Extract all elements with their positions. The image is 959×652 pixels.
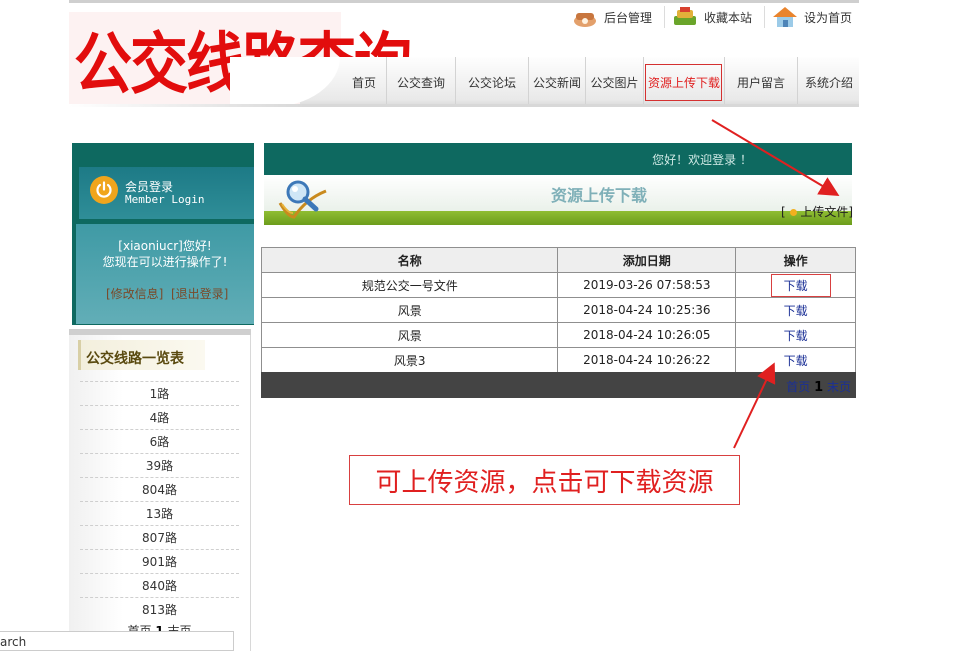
route-link[interactable]: 901路 bbox=[80, 549, 239, 573]
bracket-open: [ bbox=[781, 205, 786, 219]
table-row: 风景3 2018-04-24 10:26:22 下载 bbox=[260, 347, 856, 373]
user-greeting: [xiaoniucr]您好! bbox=[118, 239, 212, 253]
member-login-subtitle: Member Login bbox=[125, 193, 205, 206]
pager-first[interactable]: 首页 bbox=[786, 380, 810, 394]
top-link-separator bbox=[664, 6, 665, 28]
table-row: 风景 2018-04-24 10:26:05 下载 bbox=[260, 322, 856, 348]
admin-link-label: 后台管理 bbox=[604, 10, 653, 25]
nav-bus-pictures[interactable]: 公交图片 bbox=[585, 57, 643, 104]
route-link[interactable]: 39路 bbox=[80, 453, 239, 477]
route-link[interactable]: 4路 bbox=[80, 405, 239, 429]
download-link[interactable]: 下载 bbox=[735, 297, 856, 323]
bracket-close: ] bbox=[848, 205, 854, 219]
upload-file-label: 上传文件 bbox=[800, 205, 849, 219]
download-highlight-box bbox=[771, 274, 831, 297]
title-band-green-stripe bbox=[264, 211, 852, 225]
welcome-message: 您好！欢迎登录 ！ bbox=[652, 153, 752, 167]
route-link[interactable]: 804路 bbox=[80, 477, 239, 501]
nav-home[interactable]: 首页 bbox=[343, 57, 385, 104]
bookmark-link-label: 收藏本站 bbox=[704, 10, 753, 25]
bookmark-link[interactable]: 收藏本站 bbox=[672, 4, 752, 30]
nav-system-intro[interactable]: 系统介绍 bbox=[797, 57, 860, 104]
set-homepage-label: 设为首页 bbox=[804, 10, 853, 25]
bookmark-icon bbox=[672, 6, 698, 28]
nav-bus-news[interactable]: 公交新闻 bbox=[528, 57, 585, 104]
file-name-cell: 风景3 bbox=[260, 347, 559, 373]
resource-table: 名称 添加日期 操作 规范公交一号文件 2019-03-26 07:58:53 … bbox=[260, 247, 856, 373]
nav-bus-forum[interactable]: 公交论坛 bbox=[455, 57, 528, 104]
route-link[interactable]: 807路 bbox=[80, 525, 239, 549]
route-link[interactable]: 6路 bbox=[80, 429, 239, 453]
header-top-line bbox=[69, 0, 859, 3]
nav-bus-query[interactable]: 公交查询 bbox=[386, 57, 455, 104]
column-header-date: 添加日期 bbox=[557, 247, 737, 273]
power-icon bbox=[90, 176, 118, 204]
file-date-cell: 2018-04-24 10:25:36 bbox=[557, 297, 737, 323]
home-icon bbox=[772, 6, 798, 28]
pager-current: 1 bbox=[814, 380, 824, 395]
route-link[interactable]: 813路 bbox=[80, 597, 239, 621]
pager-last[interactable]: 末页 bbox=[827, 380, 851, 394]
table-row: 风景 2018-04-24 10:25:36 下载 bbox=[260, 297, 856, 323]
file-date-cell: 2019-03-26 07:58:53 bbox=[557, 272, 737, 298]
route-link[interactable]: 13路 bbox=[80, 501, 239, 525]
nav-highlight-box bbox=[645, 64, 722, 101]
user-status-text: 您现在可以进行操作了! bbox=[102, 255, 228, 269]
file-name-cell: 规范公交一号文件 bbox=[260, 272, 559, 298]
download-link[interactable]: 下载 bbox=[735, 322, 856, 348]
admin-link[interactable]: 后台管理 bbox=[572, 4, 652, 30]
upload-icon bbox=[789, 209, 797, 216]
table-row: 规范公交一号文件 2019-03-26 07:58:53 下载 bbox=[260, 272, 856, 298]
search-input-fragment[interactable]: arch bbox=[0, 631, 234, 651]
nav-bottom-line bbox=[69, 104, 859, 107]
route-list-title: 公交线路一览表 bbox=[86, 351, 184, 367]
admin-phone-icon bbox=[572, 6, 598, 28]
download-link[interactable]: 下载 bbox=[735, 347, 856, 373]
route-link[interactable]: 840路 bbox=[80, 573, 239, 597]
file-date-cell: 2018-04-24 10:26:22 bbox=[557, 347, 737, 373]
table-header-row: 名称 添加日期 操作 bbox=[260, 247, 856, 273]
route-link[interactable]: 1路 bbox=[80, 381, 239, 405]
nav-user-messages[interactable]: 用户留言 bbox=[724, 57, 797, 104]
edit-profile-link[interactable]: [修改信息] bbox=[106, 285, 163, 302]
column-header-name: 名称 bbox=[260, 247, 559, 273]
column-header-action: 操作 bbox=[735, 247, 856, 273]
upload-file-link[interactable]: [ 上传文件] bbox=[781, 203, 853, 220]
file-name-cell: 风景 bbox=[260, 322, 559, 348]
table-pager: 首页 1 末页 bbox=[261, 378, 851, 395]
file-date-cell: 2018-04-24 10:26:05 bbox=[557, 322, 737, 348]
top-link-separator bbox=[764, 6, 765, 28]
set-homepage-link[interactable]: 设为首页 bbox=[772, 4, 852, 30]
file-name-cell: 风景 bbox=[260, 297, 559, 323]
annotation-text: 可上传资源，点击可下载资源 bbox=[375, 468, 714, 498]
logout-link[interactable]: [退出登录] bbox=[171, 285, 228, 302]
